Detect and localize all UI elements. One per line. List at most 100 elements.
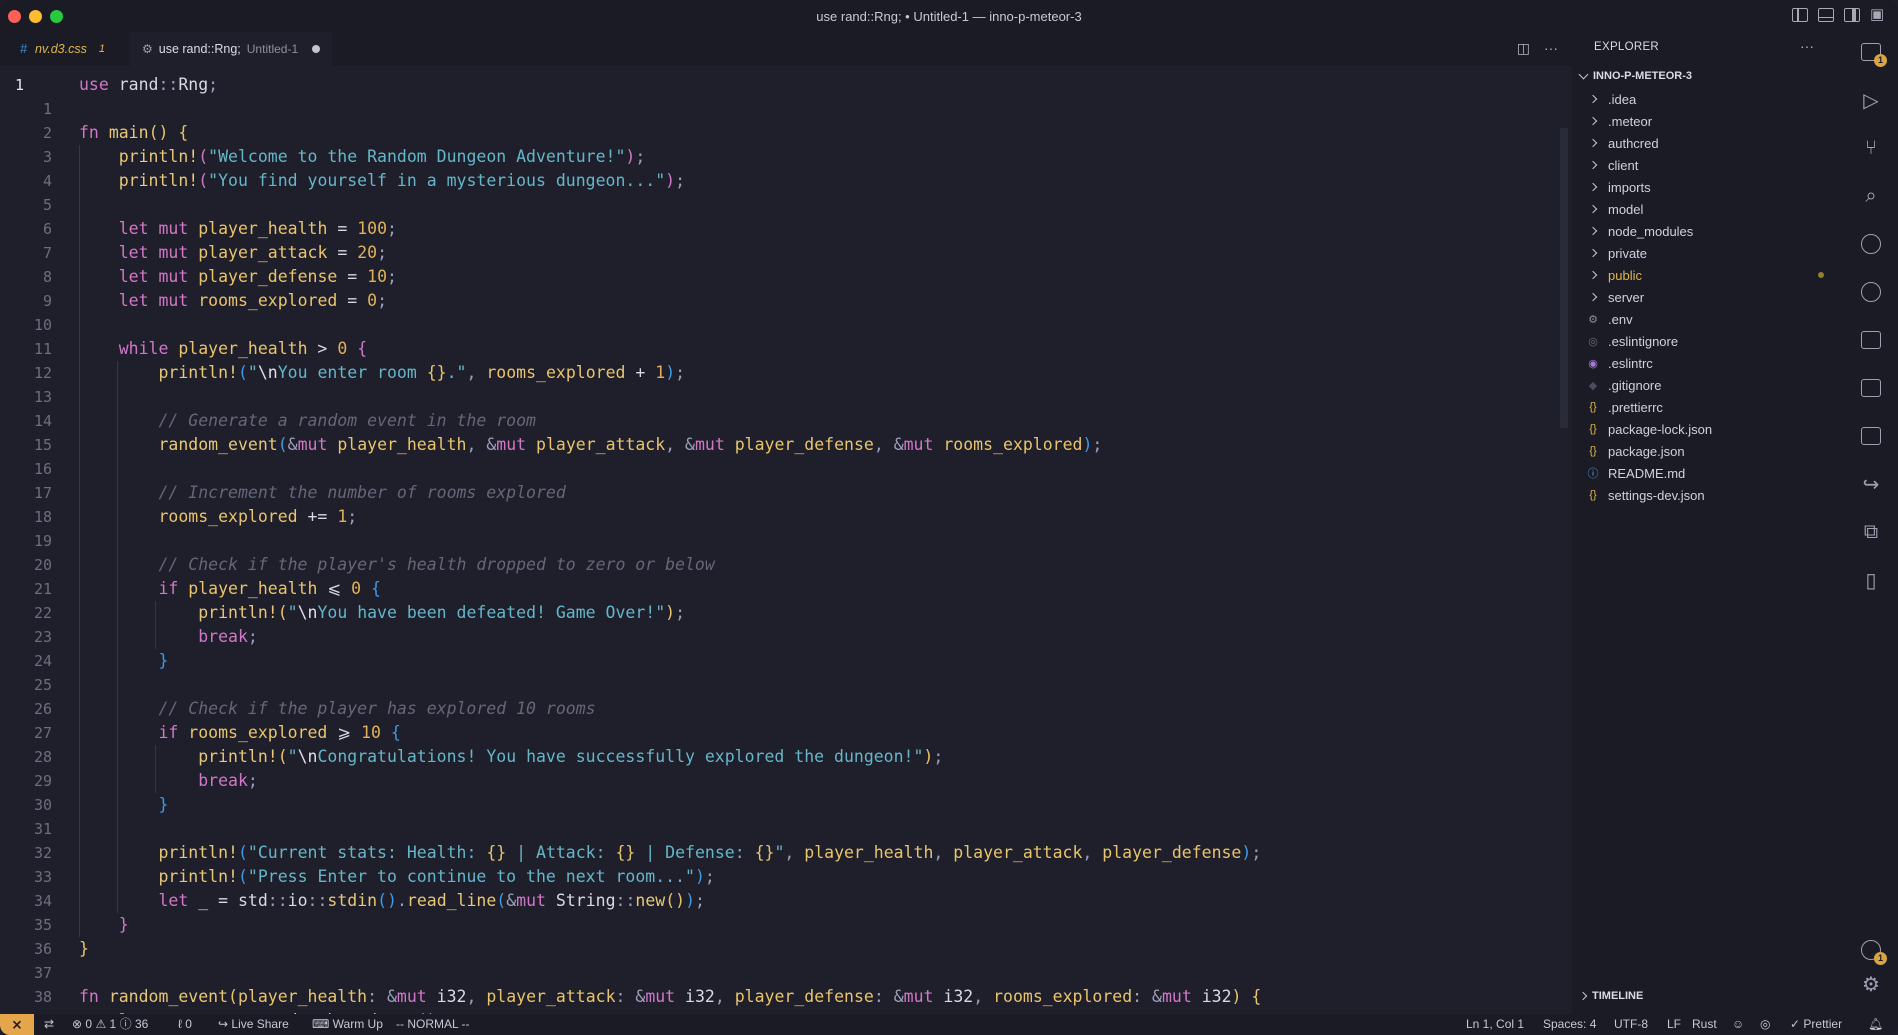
file-item[interactable]: {} package-lock.json: [1586, 418, 1836, 440]
file-item[interactable]: {} .prettierrc: [1586, 396, 1836, 418]
folder-item[interactable]: public: [1586, 264, 1836, 286]
split-editor-icon[interactable]: ◫: [1517, 40, 1530, 57]
settings-gear-icon[interactable]: ⚙: [1859, 972, 1883, 996]
project-root[interactable]: INNO-P-METEOR-3: [1578, 66, 1692, 86]
problems-status[interactable]: ⊗ 0 ⚠ 1 ⓘ 36: [72, 1014, 148, 1035]
live-share-icon[interactable]: ↪: [1859, 472, 1883, 496]
code-line[interactable]: 25: [0, 673, 1560, 697]
customize-layout-icon[interactable]: [1870, 5, 1886, 23]
toggle-panel-icon[interactable]: [1818, 8, 1834, 22]
file-item[interactable]: ◉ .eslintrc: [1586, 352, 1836, 374]
file-item[interactable]: {} settings-dev.json: [1586, 484, 1836, 506]
remote-window-icon[interactable]: [1859, 424, 1883, 448]
code-line[interactable]: 7 let mut player_attack = 20;: [0, 241, 1560, 265]
file-item[interactable]: ◆ .gitignore: [1586, 374, 1836, 396]
code-line[interactable]: 14 // Generate a random event in the roo…: [0, 409, 1560, 433]
code-line[interactable]: 15 random_event(&mut player_health, &mut…: [0, 433, 1560, 457]
folder-item[interactable]: .meteor: [1586, 110, 1836, 132]
close-window-button[interactable]: [8, 10, 21, 23]
notifications-icon[interactable]: 🔔︎: [1868, 1014, 1883, 1035]
code-line[interactable]: 37: [0, 961, 1560, 985]
git-lens-icon[interactable]: [1859, 280, 1883, 304]
folder-item[interactable]: server: [1586, 286, 1836, 308]
comments-icon[interactable]: [1859, 376, 1883, 400]
code-line[interactable]: 32 println!("Current stats: Health: {} |…: [0, 841, 1560, 865]
code-line[interactable]: 2 fn main() {: [0, 121, 1560, 145]
code-line[interactable]: 11 while player_health > 0 {: [0, 337, 1560, 361]
code-editor[interactable]: 1 use rand::Rng; 1 2 fn main() {3 println!("…: [0, 66, 1572, 1014]
folder-item[interactable]: private: [1586, 242, 1836, 264]
explorer-more-icon[interactable]: ···: [1800, 38, 1814, 54]
code-line[interactable]: 21 if player_health ⩽ 0 {: [0, 577, 1560, 601]
code-line[interactable]: 27 if rooms_explored ⩾ 10 {: [0, 721, 1560, 745]
bookmark-icon[interactable]: ▯: [1859, 568, 1883, 592]
feedback-icon[interactable]: ◎: [1760, 1014, 1770, 1035]
code-line[interactable]: 12 println!("\nYou enter room {}.", room…: [0, 361, 1560, 385]
file-item[interactable]: ⓘ README.md: [1586, 462, 1836, 484]
tab-nv-d3-css[interactable]: # nv.d3.css 1: [8, 32, 117, 66]
code-line[interactable]: 18 rooms_explored += 1;: [0, 505, 1560, 529]
git-graph-icon[interactable]: [1859, 232, 1883, 256]
prettier-status[interactable]: ✓ Prettier: [1790, 1014, 1842, 1035]
encoding[interactable]: UTF-8: [1614, 1014, 1648, 1035]
file-item[interactable]: {} package.json: [1586, 440, 1836, 462]
code-line[interactable]: 30 }: [0, 793, 1560, 817]
search-icon[interactable]: ⌕: [1859, 184, 1883, 208]
folder-item[interactable]: client: [1586, 154, 1836, 176]
folder-item[interactable]: model: [1586, 198, 1836, 220]
ports-status[interactable]: ℓ 0: [178, 1014, 192, 1035]
folder-item[interactable]: node_modules: [1586, 220, 1836, 242]
more-actions-icon[interactable]: ···: [1544, 40, 1558, 57]
run-debug-icon[interactable]: ▷: [1859, 88, 1883, 112]
maximize-window-button[interactable]: [50, 10, 63, 23]
code-line[interactable]: 20 // Check if the player's health dropp…: [0, 553, 1560, 577]
code-line[interactable]: 23 break;: [0, 625, 1560, 649]
copilot-icon[interactable]: ☺: [1732, 1014, 1744, 1035]
code-line[interactable]: 3 println!("Welcome to the Random Dungeo…: [0, 145, 1560, 169]
code-line[interactable]: 28 println!("\nCongratulations! You have…: [0, 745, 1560, 769]
code-line[interactable]: 1 use rand::Rng;: [0, 73, 1560, 97]
code-line[interactable]: 9 let mut rooms_explored = 0;: [0, 289, 1560, 313]
code-line[interactable]: 29 break;: [0, 769, 1560, 793]
toggle-secondary-sidebar-icon[interactable]: [1844, 8, 1860, 22]
toggle-primary-sidebar-icon[interactable]: [1792, 8, 1808, 22]
code-line[interactable]: 8 let mut player_defense = 10;: [0, 265, 1560, 289]
code-line[interactable]: 13: [0, 385, 1560, 409]
code-line[interactable]: 4 println!("You find yourself in a myste…: [0, 169, 1560, 193]
code-line[interactable]: 19: [0, 529, 1560, 553]
code-line[interactable]: 35 }: [0, 913, 1560, 937]
file-item[interactable]: ◎ .eslintignore: [1586, 330, 1836, 352]
code-line[interactable]: 38 fn random_event(player_health: &mut i3…: [0, 985, 1560, 1009]
code-line[interactable]: 22 println!("\nYou have been defeated! G…: [0, 601, 1560, 625]
folder-item[interactable]: imports: [1586, 176, 1836, 198]
editor-scrollbar[interactable]: [1560, 128, 1568, 428]
code-line[interactable]: 6 let mut player_health = 100;: [0, 217, 1560, 241]
explorer-icon[interactable]: 1: [1859, 40, 1887, 67]
code-line[interactable]: 36}: [0, 937, 1560, 961]
extensions-icon[interactable]: ⧉: [1859, 520, 1883, 544]
accounts-icon[interactable]: 1: [1859, 938, 1887, 965]
remote-indicator-icon[interactable]: ⨯: [0, 1014, 34, 1035]
code-line[interactable]: 5: [0, 193, 1560, 217]
code-line[interactable]: 1: [0, 97, 1560, 121]
unsaved-dot-icon[interactable]: [312, 45, 321, 53]
code-line[interactable]: 17 // Increment the number of rooms expl…: [0, 481, 1560, 505]
folder-item[interactable]: authcred: [1586, 132, 1836, 154]
code-line[interactable]: 31: [0, 817, 1560, 841]
code-line[interactable]: 34 let _ = std::io::stdin().read_line(&m…: [0, 889, 1560, 913]
minimize-window-button[interactable]: [29, 10, 42, 23]
remote-explorer-icon[interactable]: [1859, 328, 1883, 352]
source-branch-icon[interactable]: ⇄: [44, 1014, 54, 1035]
code-line[interactable]: 26 // Check if the player has explored 1…: [0, 697, 1560, 721]
end-of-line[interactable]: LF: [1667, 1014, 1681, 1035]
tab-untitled-1[interactable]: ⚙ use rand::Rng; Untitled-1: [130, 32, 333, 66]
language-mode[interactable]: Rust: [1692, 1014, 1717, 1035]
file-item[interactable]: ⚙ .env: [1586, 308, 1836, 330]
code-line[interactable]: 16: [0, 457, 1560, 481]
warm-up-status[interactable]: ⌨ Warm Up: [312, 1014, 383, 1035]
live-share-status[interactable]: ↪ Live Share: [218, 1014, 289, 1035]
source-control-icon[interactable]: ⑂: [1859, 136, 1883, 160]
cursor-position[interactable]: Ln 1, Col 1: [1466, 1014, 1524, 1035]
code-line[interactable]: 33 println!("Press Enter to continue to …: [0, 865, 1560, 889]
folder-item[interactable]: .idea: [1586, 88, 1836, 110]
